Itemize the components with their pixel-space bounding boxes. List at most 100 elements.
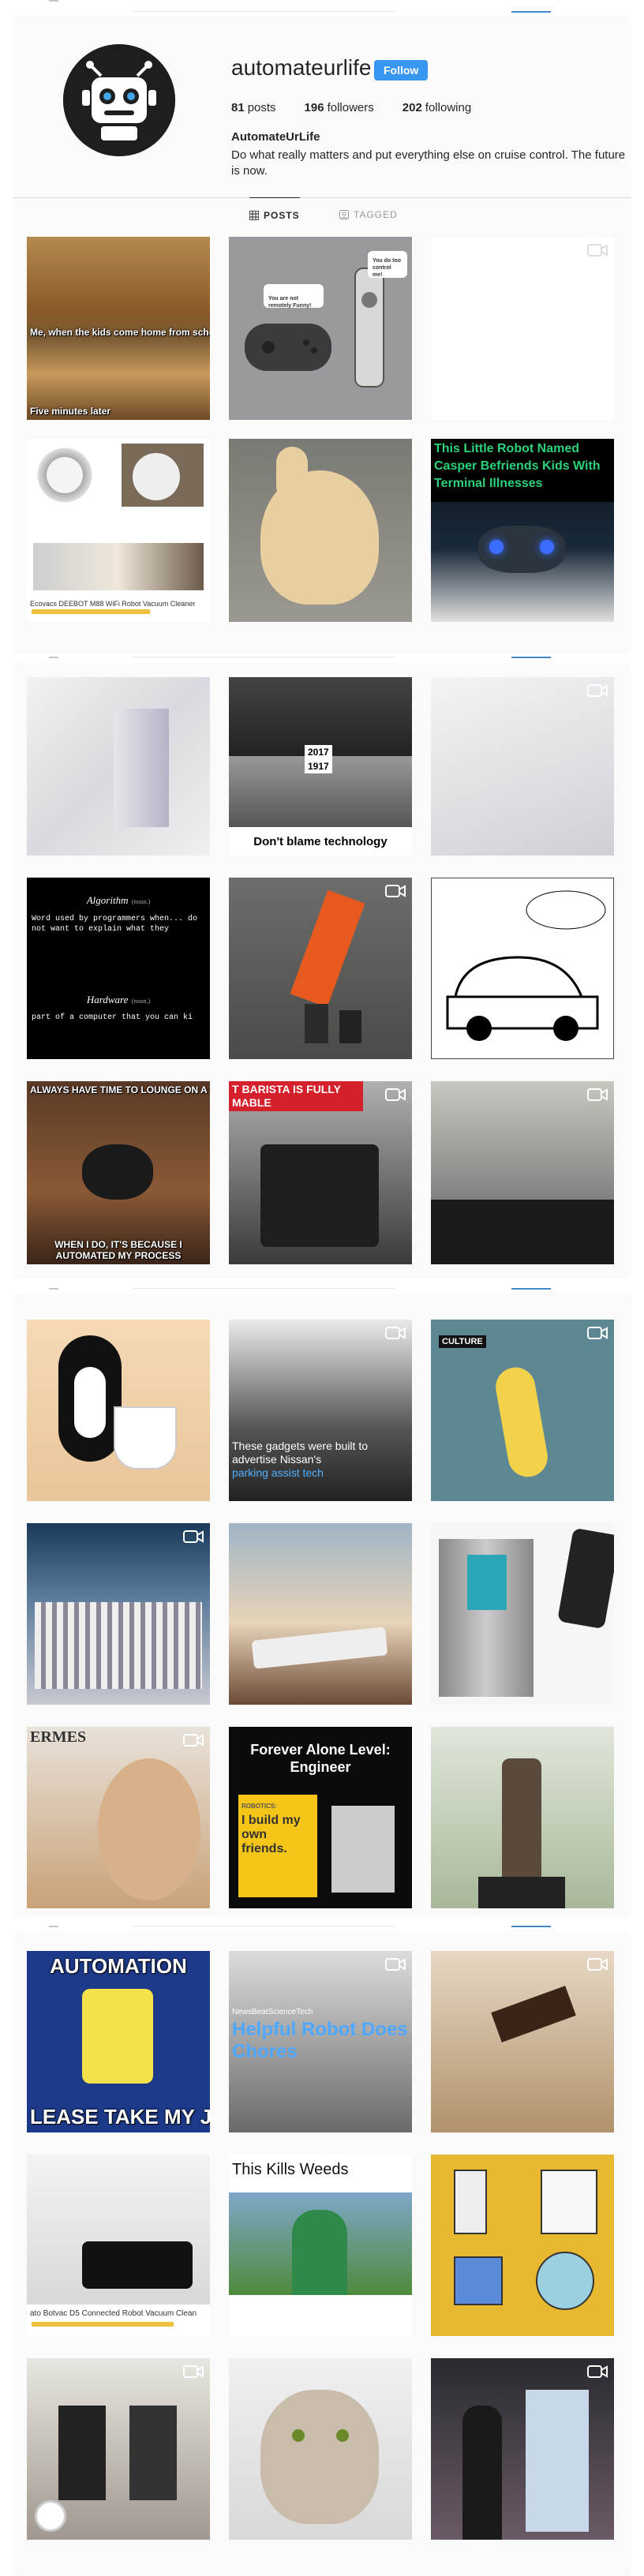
post-thumbnail[interactable] bbox=[431, 677, 614, 856]
top-divider bbox=[133, 1288, 395, 1289]
post-thumbnail[interactable]: This Kills Weeds bbox=[229, 2155, 412, 2336]
post-thumbnail[interactable]: T BARISTA IS FULLY MABLE bbox=[229, 1081, 412, 1264]
grid-icon bbox=[249, 210, 259, 220]
post-caption: LEASE TAKE MY JO bbox=[30, 2105, 210, 2129]
scroll-dash bbox=[49, 1288, 58, 1290]
video-camera-icon bbox=[385, 885, 406, 897]
post-thumbnail[interactable] bbox=[229, 2358, 412, 2540]
post-illustration bbox=[446, 890, 606, 1041]
scroll-dash bbox=[49, 1926, 58, 1927]
follow-button[interactable]: Follow bbox=[374, 60, 429, 80]
post-illustration bbox=[454, 2170, 597, 2310]
video-camera-icon bbox=[587, 1088, 608, 1101]
post-caption: Five minutes later bbox=[30, 406, 111, 417]
post-caption: NewsBeatScienceTech bbox=[232, 2008, 313, 2016]
tab-posts[interactable]: Posts bbox=[249, 197, 300, 232]
profile-header: automateurlife Follow 81 posts 196 followe… bbox=[13, 16, 631, 197]
post-thumbnail[interactable] bbox=[431, 1523, 614, 1705]
posts-stat[interactable]: 81 posts bbox=[231, 101, 276, 114]
nav-indicator bbox=[511, 1926, 551, 1927]
post-thumbnail[interactable]: You are not remotely Funny! You do too c… bbox=[229, 237, 412, 420]
post-thumbnail[interactable]: Algorithm (noun.) Word used by programme… bbox=[27, 878, 210, 1059]
post-thumbnail[interactable]: CULTURE bbox=[431, 1320, 614, 1501]
post-caption: WHEN I DO, IT'S BECAUSE I AUTOMATED MY P… bbox=[54, 1239, 182, 1261]
post-caption: (noun.) bbox=[131, 898, 151, 905]
post-caption: Helpful Robot Does Chores bbox=[232, 2019, 408, 2062]
post-thumbnail[interactable] bbox=[431, 2358, 614, 2540]
video-camera-icon bbox=[587, 1958, 608, 1971]
video-camera-icon bbox=[587, 1327, 608, 1339]
post-caption: You are not remotely Funny! bbox=[268, 296, 312, 309]
post-caption: 2017 bbox=[305, 745, 332, 759]
post-grid: Me, when the kids come home from school.… bbox=[27, 237, 614, 622]
followers-label: followers bbox=[327, 101, 374, 114]
post-thumbnail[interactable] bbox=[431, 2155, 614, 2336]
post-caption: Me, when the kids come home from school. bbox=[30, 327, 210, 338]
post-thumbnail[interactable]: ato Botvac D5 Connected Robot Vacuum Cle… bbox=[27, 2155, 210, 2336]
post-thumbnail[interactable] bbox=[431, 1951, 614, 2132]
followers-stat[interactable]: 196 followers bbox=[305, 101, 374, 114]
post-caption: CULTURE bbox=[439, 1335, 486, 1348]
post-caption: I build my own friends. bbox=[242, 1814, 301, 1855]
post-thumbnail[interactable] bbox=[27, 1320, 210, 1501]
posts-count: 81 bbox=[231, 101, 245, 114]
post-thumbnail[interactable] bbox=[229, 878, 412, 1059]
post-caption: part of a computer that you can ki bbox=[32, 1013, 193, 1022]
post-grid: AUTOMATION LEASE TAKE MY JO NewsBeatScie… bbox=[27, 1951, 614, 2540]
post-caption: Algorithm bbox=[86, 894, 129, 906]
posts-label: posts bbox=[247, 101, 276, 114]
post-caption: 1917 bbox=[305, 759, 332, 773]
post-thumbnail[interactable] bbox=[229, 439, 412, 622]
screen-strip-1: automateurlife Follow 81 posts 196 followe… bbox=[0, 0, 644, 657]
scroll-dash bbox=[49, 657, 58, 658]
video-camera-icon bbox=[183, 1734, 204, 1747]
post-caption: This Little Robot Named Casper Befriends… bbox=[431, 439, 614, 502]
post-thumbnail[interactable]: These gadgets were built to advertise Ni… bbox=[229, 1320, 412, 1501]
post-thumbnail[interactable]: NewsBeatScienceTech Helpful Robot Does C… bbox=[229, 1951, 412, 2132]
post-thumbnail[interactable] bbox=[431, 878, 614, 1059]
following-stat[interactable]: 202 following bbox=[402, 101, 471, 114]
video-camera-icon bbox=[183, 2365, 204, 2378]
tab-tagged[interactable]: Tagged bbox=[339, 197, 398, 232]
post-caption: Don't blame technology bbox=[253, 835, 388, 848]
screen-strip-3: These gadgets were built to advertise Ni… bbox=[0, 1288, 644, 1926]
post-grid: 2017 1917 Don't blame technology Algorit… bbox=[27, 677, 614, 1264]
post-thumbnail[interactable] bbox=[27, 1523, 210, 1705]
post-grid: These gadgets were built to advertise Ni… bbox=[27, 1320, 614, 1908]
post-caption: Ecovacs DEEBOT M88 WiFi Robot Vacuum Cle… bbox=[30, 600, 196, 608]
post-thumbnail[interactable]: 2017 1917 Don't blame technology bbox=[229, 677, 412, 856]
post-thumbnail[interactable]: Forever Alone Level: Engineer ROBOTICS: … bbox=[229, 1727, 412, 1908]
video-camera-icon bbox=[183, 1530, 204, 1543]
post-thumbnail[interactable]: ALWAYS HAVE TIME TO LOUNGE ON A WOOD WHE… bbox=[27, 1081, 210, 1264]
video-camera-icon bbox=[385, 1088, 406, 1101]
username: automateurlife bbox=[231, 55, 372, 80]
robot-logo-icon bbox=[63, 44, 175, 156]
post-caption: T BARISTA IS FULLY MABLE bbox=[229, 1081, 363, 1111]
video-camera-icon bbox=[385, 1327, 406, 1339]
avatar[interactable] bbox=[63, 44, 175, 156]
post-thumbnail[interactable] bbox=[431, 237, 614, 420]
post-thumbnail[interactable]: This Little Robot Named Casper Befriends… bbox=[431, 439, 614, 622]
post-thumbnail[interactable] bbox=[229, 1523, 412, 1705]
post-thumbnail[interactable] bbox=[27, 2358, 210, 2540]
video-camera-icon bbox=[385, 1958, 406, 1971]
post-thumbnail[interactable] bbox=[431, 1727, 614, 1908]
post-thumbnail[interactable]: AUTOMATION LEASE TAKE MY JO bbox=[27, 1951, 210, 2132]
post-thumbnail[interactable] bbox=[27, 677, 210, 856]
profile-stats: 81 posts 196 followers 202 following bbox=[231, 101, 471, 114]
following-count: 202 bbox=[402, 101, 422, 114]
post-caption: Forever Alone Level: Engineer bbox=[250, 1742, 391, 1775]
video-camera-icon bbox=[587, 2365, 608, 2378]
screen-strip-2: 2017 1917 Don't blame technology Algorit… bbox=[0, 657, 644, 1288]
post-caption: parking assist tech bbox=[232, 1466, 324, 1479]
full-name: AutomateUrLife bbox=[231, 130, 320, 144]
post-caption: AUTOMATION bbox=[50, 1954, 187, 1978]
post-thumbnail[interactable]: ERMES bbox=[27, 1727, 210, 1908]
post-thumbnail[interactable]: Me, when the kids come home from school.… bbox=[27, 237, 210, 420]
tag-icon bbox=[339, 210, 349, 219]
post-thumbnail[interactable]: Ecovacs DEEBOT M88 WiFi Robot Vacuum Cle… bbox=[27, 439, 210, 622]
profile-bio: Do what really matters and put everythin… bbox=[231, 148, 626, 178]
following-label: following bbox=[425, 101, 472, 114]
post-thumbnail[interactable] bbox=[431, 1081, 614, 1264]
top-divider bbox=[133, 11, 395, 12]
